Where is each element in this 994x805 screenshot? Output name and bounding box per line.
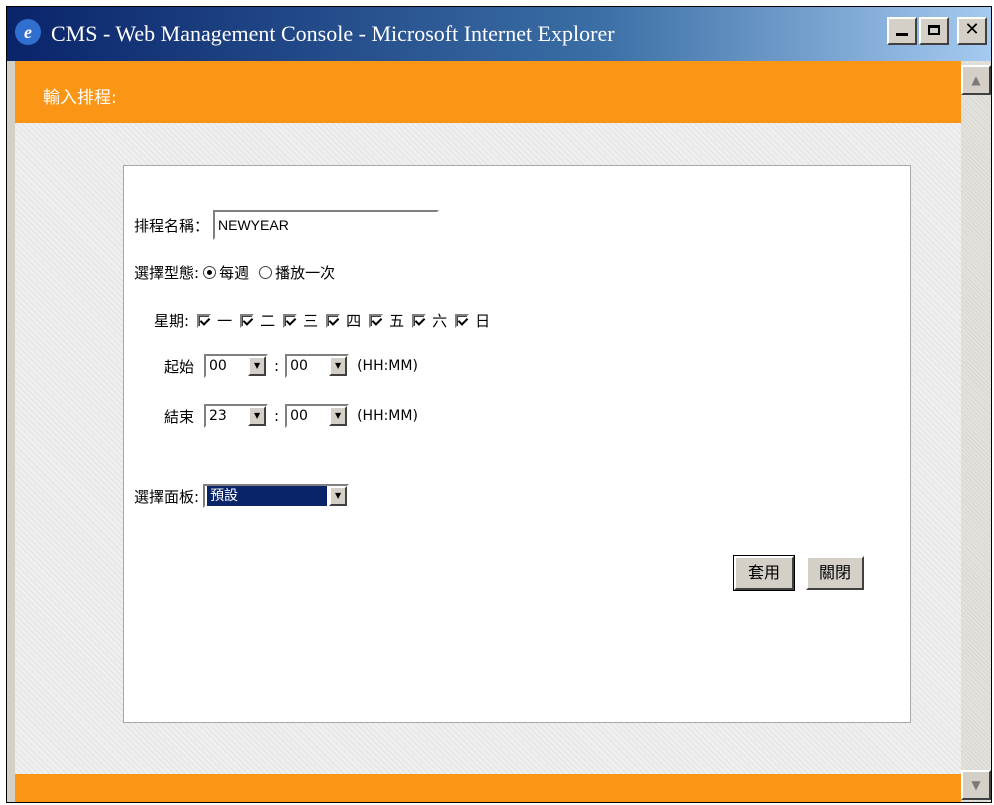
weekday-label-fri: 五 [389,312,405,330]
weekday-label-mon: 一 [217,312,233,330]
close-window-button[interactable]: ✕ [957,17,987,45]
end-minute-value: 00 [290,408,308,424]
vertical-scrollbar[interactable]: ▲ ▼ [961,61,991,802]
arrow-up-icon: ▲ [971,73,981,87]
weekday-label-tue: 二 [260,312,276,330]
panel-label: 選擇面板: [134,487,200,506]
apply-button[interactable]: 套用 [733,555,795,591]
chevron-down-icon: ▼ [329,486,348,506]
start-hour-select[interactable]: 00 ▼ [204,354,269,378]
title-bar[interactable]: e CMS - Web Management Console - Microso… [7,7,991,61]
end-time-row: 結束 23 ▼ : 00 ▼ (HH:MM) [164,404,418,428]
start-hour-value: 00 [209,358,227,374]
start-time-row: 起始 00 ▼ : 00 ▼ (HH:MM) [164,354,418,378]
maximize-button[interactable] [919,17,949,45]
end-hour-value: 23 [209,408,227,424]
schedule-name-label: 排程名稱： [134,216,210,235]
minimize-button[interactable] [887,17,917,45]
scroll-up-button[interactable]: ▲ [961,65,991,95]
scroll-down-button[interactable]: ▼ [961,770,991,800]
chevron-down-icon: ▼ [329,356,348,376]
once-radio-label: 播放一次 [275,264,336,282]
page-content: 輸入排程: 排程名稱： 選擇型態: 每週 播放一次 星期: 一 二 三 [15,61,961,802]
start-minute-value: 00 [290,358,308,374]
type-label: 選擇型態: [134,264,200,282]
ie-icon: e [15,19,41,45]
arrow-down-icon: ▼ [971,778,981,792]
start-time-hint: (HH:MM) [357,358,418,374]
end-time-hint: (HH:MM) [357,408,418,424]
close-button[interactable]: 關閉 [806,556,864,590]
weekday-checkbox-wed[interactable] [283,313,298,328]
chevron-down-icon: ▼ [329,406,348,426]
browser-window: e CMS - Web Management Console - Microso… [6,6,992,803]
weekday-label-sun: 日 [475,312,491,330]
weekly-radio[interactable] [203,266,217,279]
close-icon: ✕ [964,19,980,40]
weekday-label-wed: 三 [303,312,319,330]
type-row: 選擇型態: 每週 播放一次 [134,262,335,283]
chevron-down-icon: ▼ [248,356,267,376]
start-minute-select[interactable]: 00 ▼ [285,354,350,378]
time-colon: : [274,357,280,375]
panel-select-value: 預設 [207,486,328,506]
panel-select[interactable]: 預設 ▼ [203,484,350,508]
panel-row: 選擇面板: 預設 ▼ [134,484,350,508]
once-radio[interactable] [259,266,273,279]
schedule-name-input[interactable] [213,210,440,240]
window-title: CMS - Web Management Console - Microsoft… [51,21,615,46]
weekday-label: 星期: [154,312,190,330]
schedule-form-panel: 排程名稱： 選擇型態: 每週 播放一次 星期: 一 二 三 四 五 六 日 [123,165,911,723]
weekday-row: 星期: 一 二 三 四 五 六 日 [154,310,490,331]
name-row: 排程名稱： [134,210,440,240]
weekday-label-thu: 四 [346,312,362,330]
end-minute-select[interactable]: 00 ▼ [285,404,350,428]
weekday-label-sat: 六 [432,312,448,330]
maximize-icon [928,25,940,35]
weekday-checkbox-thu[interactable] [326,313,341,328]
weekday-checkbox-mon[interactable] [197,313,212,328]
weekday-checkbox-tue[interactable] [240,313,255,328]
start-label: 起始 [164,357,195,376]
weekday-checkbox-sun[interactable] [455,313,470,328]
time-colon: : [274,407,280,425]
header-bar: 輸入排程: [15,61,961,123]
weekday-checkbox-sat[interactable] [412,313,427,328]
page-title: 輸入排程: [43,88,117,108]
chevron-down-icon: ▼ [248,406,267,426]
end-label: 結束 [164,407,195,426]
end-hour-select[interactable]: 23 ▼ [204,404,269,428]
weekday-checkbox-fri[interactable] [369,313,384,328]
weekly-radio-label: 每週 [219,264,250,282]
minimize-icon [896,33,908,36]
footer-bar [15,774,961,802]
